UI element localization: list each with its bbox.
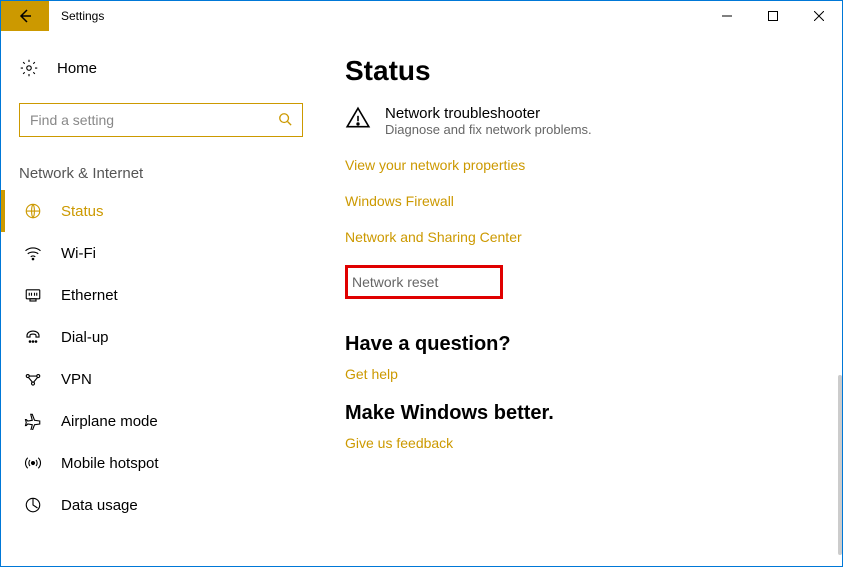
- minimize-button[interactable]: [704, 1, 750, 31]
- sidebar-item-dialup[interactable]: Dial-up: [1, 316, 321, 358]
- status-icon: [23, 202, 43, 220]
- nav-label: Wi-Fi: [61, 245, 96, 262]
- sidebar-item-hotspot[interactable]: Mobile hotspot: [1, 442, 321, 484]
- nav-label: Dial-up: [61, 329, 109, 346]
- troubleshooter-title: Network troubleshooter: [385, 105, 592, 122]
- troubleshooter-row[interactable]: Network troubleshooter Diagnose and fix …: [345, 105, 802, 137]
- vpn-icon: [23, 370, 43, 388]
- link-network-reset[interactable]: Network reset: [345, 265, 503, 299]
- main-panel: Status Network troubleshooter Diagnose a…: [321, 31, 842, 566]
- sidebar-item-datausage[interactable]: Data usage: [1, 484, 321, 526]
- link-get-help[interactable]: Get help: [345, 366, 802, 382]
- nav-label: Data usage: [61, 497, 138, 514]
- close-button[interactable]: [796, 1, 842, 31]
- nav-label: Mobile hotspot: [61, 455, 159, 472]
- search-icon: [278, 112, 292, 129]
- home-nav[interactable]: Home: [1, 51, 321, 85]
- sidebar-item-wifi[interactable]: Wi-Fi: [1, 232, 321, 274]
- question-heading: Have a question?: [345, 333, 802, 356]
- troubleshooter-subtitle: Diagnose and fix network problems.: [385, 122, 592, 137]
- scrollbar-thumb[interactable]: [838, 375, 842, 555]
- home-label: Home: [57, 60, 97, 77]
- nav-label: Airplane mode: [61, 413, 158, 430]
- wifi-icon: [23, 244, 43, 262]
- gear-icon: [19, 59, 39, 77]
- datausage-icon: [23, 496, 43, 514]
- page-title: Status: [345, 55, 802, 87]
- sidebar-item-vpn[interactable]: VPN: [1, 358, 321, 400]
- ethernet-icon: [23, 286, 43, 304]
- titlebar: Settings: [1, 1, 842, 31]
- link-firewall[interactable]: Windows Firewall: [345, 193, 802, 209]
- window-controls: [704, 1, 842, 31]
- sidebar-category: Network & Internet: [1, 137, 321, 190]
- nav-label: Status: [61, 203, 104, 220]
- search-box[interactable]: [19, 103, 303, 137]
- maximize-button[interactable]: [750, 1, 796, 31]
- sidebar-item-ethernet[interactable]: Ethernet: [1, 274, 321, 316]
- dialup-icon: [23, 328, 43, 346]
- sidebar: Home Network & Internet Status Wi-Fi Eth…: [1, 31, 321, 566]
- warning-icon: [345, 105, 371, 137]
- link-view-properties[interactable]: View your network properties: [345, 157, 802, 173]
- better-heading: Make Windows better.: [345, 402, 802, 425]
- nav-label: Ethernet: [61, 287, 118, 304]
- search-input[interactable]: [30, 112, 278, 128]
- airplane-icon: [23, 412, 43, 430]
- sidebar-item-airplane[interactable]: Airplane mode: [1, 400, 321, 442]
- link-sharing-center[interactable]: Network and Sharing Center: [345, 229, 802, 245]
- sidebar-item-status[interactable]: Status: [1, 190, 321, 232]
- nav-label: VPN: [61, 371, 92, 388]
- back-button[interactable]: [1, 1, 49, 31]
- window-title: Settings: [49, 9, 104, 23]
- hotspot-icon: [23, 454, 43, 472]
- link-feedback[interactable]: Give us feedback: [345, 435, 802, 451]
